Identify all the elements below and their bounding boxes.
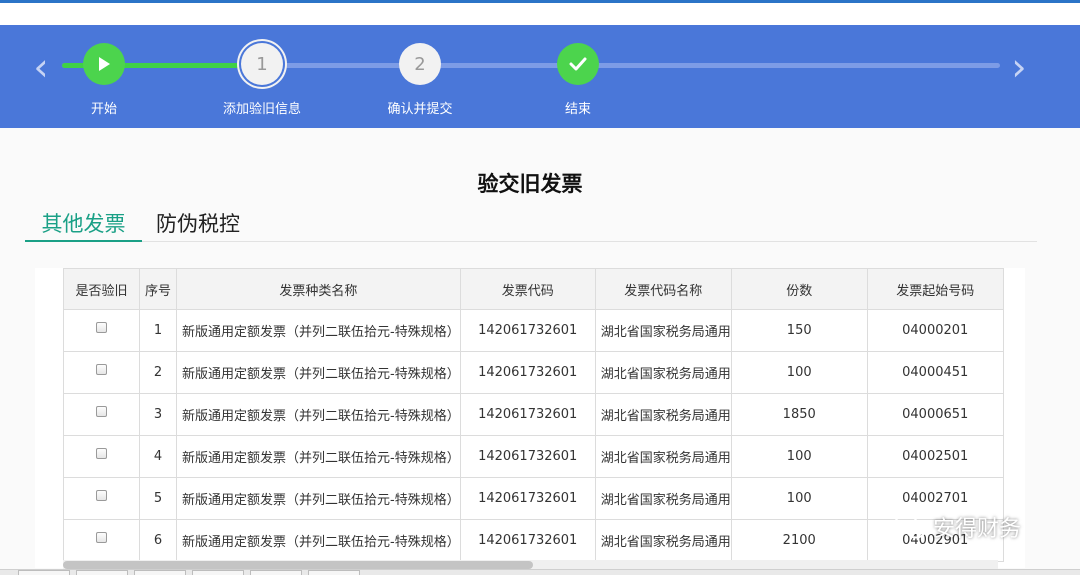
tab-other-invoices[interactable]: 其他发票 [25,210,142,242]
verify-checkbox[interactable] [96,406,107,417]
invoice-tabs: 其他发票 防伪税控 [25,208,1037,242]
invoice-code-cell: 142061732601 [459,309,596,352]
seq-cell: 6 [139,519,177,562]
step-label: 添加验旧信息 [222,102,301,117]
verify-cell [63,393,140,436]
invoice-table: 是否验旧 序号 发票种类名称 发票代码 发票代码名称 份数 发票起始号码 1 新… [63,268,1004,562]
seq-cell: 1 [139,309,177,352]
taskbar-item[interactable] [308,570,360,575]
invoice-code-cell: 142061732601 [459,351,596,394]
table-row: 6 新版通用定额发票（并列二联伍拾元-特殊规格） 142061732601 湖北… [63,519,1004,562]
taskbar [0,569,1080,575]
invoice-type-cell: 新版通用定额发票（并列二联伍拾元-特殊规格） [176,309,461,352]
invoice-type-cell: 新版通用定额发票（并列二联伍拾元-特殊规格） [176,351,461,394]
next-step-arrow[interactable]: › [1008,47,1030,87]
invoice-code-name-cell: 湖北省国家税务局通用 [594,519,732,562]
count-cell: 100 [730,351,868,394]
watermark-text: 安得财务 [933,517,1022,542]
invoice-code-cell: 142061732601 [459,435,596,478]
verify-cell [63,477,140,520]
step-label: 开始 [90,102,117,117]
invoice-code-cell: 142061732601 [459,477,596,520]
step-add-info[interactable]: 1 添加验旧信息 [202,43,322,117]
check-icon [557,43,599,85]
seq-cell: 2 [139,351,177,394]
seq-cell: 3 [139,393,177,436]
start-number-cell: 04000451 [866,351,1004,394]
start-number-cell: 04000651 [866,393,1004,436]
step-end[interactable]: 结束 [518,43,638,117]
start-number-cell: 04002501 [866,435,1004,478]
header-invoice-code-name[interactable]: 发票代码名称 [594,268,732,310]
step-label: 确认并提交 [387,102,453,117]
taskbar-item[interactable] [76,570,128,575]
verify-cell [63,435,140,478]
table-row: 4 新版通用定额发票（并列二联伍拾元-特殊规格） 142061732601 湖北… [63,435,1004,478]
page-title: 验交旧发票 [477,172,583,196]
header-is-verified[interactable]: 是否验旧 [63,268,140,310]
tab-anti-counterfeit-tax[interactable]: 防伪税控 [156,210,240,242]
header-seq[interactable]: 序号 [139,268,177,310]
count-cell: 2100 [730,519,868,562]
verify-checkbox[interactable] [96,532,107,543]
seq-cell: 4 [139,435,177,478]
invoice-type-cell: 新版通用定额发票（并列二联伍拾元-特殊规格） [176,477,461,520]
taskbar-item[interactable] [192,570,244,575]
invoice-type-cell: 新版通用定额发票（并列二联伍拾元-特殊规格） [176,393,461,436]
verify-cell [63,309,140,352]
invoice-code-name-cell: 湖北省国家税务局通用 [594,393,732,436]
step-number: 2 [399,43,441,85]
verify-checkbox[interactable] [96,490,107,501]
count-cell: 100 [730,477,868,520]
step-confirm-submit[interactable]: 2 确认并提交 [360,43,480,117]
verify-checkbox[interactable] [96,322,107,333]
invoice-code-name-cell: 湖北省国家税务局通用 [594,435,732,478]
header-invoice-code[interactable]: 发票代码 [459,268,596,310]
step-start[interactable]: 开始 [44,43,164,117]
table-row: 5 新版通用定额发票（并列二联伍拾元-特殊规格） 142061732601 湖北… [63,477,1004,520]
window-top-gap [0,3,1080,25]
invoice-code-name-cell: 湖北省国家税务局通用 [594,309,732,352]
invoice-code-cell: 142061732601 [459,393,596,436]
watermark: 安得财务 [893,510,1021,544]
step-label: 结束 [564,102,591,117]
verify-checkbox[interactable] [96,364,107,375]
count-cell: 1850 [730,393,868,436]
table-header-row: 是否验旧 序号 发票种类名称 发票代码 发票代码名称 份数 发票起始号码 [63,268,1004,310]
header-invoice-type-name[interactable]: 发票种类名称 [176,268,461,310]
table-row: 1 新版通用定额发票（并列二联伍拾元-特殊规格） 142061732601 湖北… [63,309,1004,352]
step-number: 1 [241,43,283,85]
taskbar-item[interactable] [134,570,186,575]
verify-cell [63,519,140,562]
taskbar-item[interactable] [250,570,302,575]
progress-stepper: ‹ › 开始 1 添加验旧信息 2 确认并提交 结束 [0,25,1080,128]
count-cell: 150 [730,309,868,352]
header-start-number[interactable]: 发票起始号码 [866,268,1004,310]
header-count[interactable]: 份数 [730,268,868,310]
invoice-type-cell: 新版通用定额发票（并列二联伍拾元-特殊规格） [176,435,461,478]
seq-cell: 5 [139,477,177,520]
verify-cell [63,351,140,394]
taskbar-item[interactable] [18,570,70,575]
table-row: 2 新版通用定额发票（并列二联伍拾元-特殊规格） 142061732601 湖北… [63,351,1004,394]
start-number-cell: 04000201 [866,309,1004,352]
invoice-code-cell: 142061732601 [459,519,596,562]
invoice-type-cell: 新版通用定额发票（并列二联伍拾元-特殊规格） [176,519,461,562]
count-cell: 100 [730,435,868,478]
invoice-code-name-cell: 湖北省国家税务局通用 [594,351,732,394]
invoice-code-name-cell: 湖北省国家税务局通用 [594,477,732,520]
verify-checkbox[interactable] [96,448,107,459]
wechat-icon [894,514,926,539]
scrollbar-thumb[interactable] [63,561,533,569]
play-icon [83,43,125,85]
table-row: 3 新版通用定额发票（并列二联伍拾元-特殊规格） 142061732601 湖北… [63,393,1004,436]
